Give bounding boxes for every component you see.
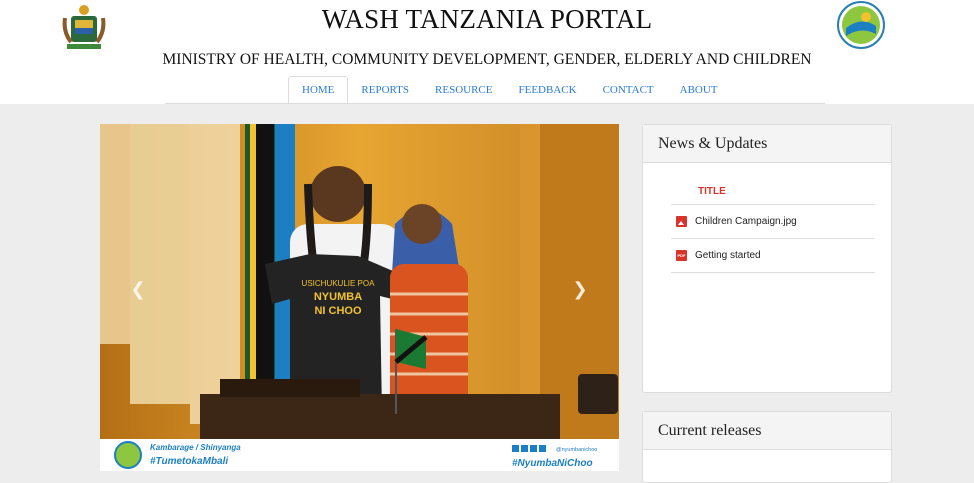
news-updates-panel: News & Updates TITLE Children Campaign.j… — [642, 124, 892, 393]
nav-resource[interactable]: RESOURCE — [422, 76, 505, 104]
nav-about[interactable]: ABOUT — [667, 76, 731, 104]
image-file-icon — [676, 216, 687, 227]
banner-handle: @nyumbanichoo — [556, 447, 597, 453]
main-nav: HOME REPORTS RESOURCE FEEDBACK CONTACT A… — [288, 76, 731, 104]
carousel-slide-image: USICHUKULIE POA NYUMBA NI CHOO Kambarage… — [100, 124, 619, 471]
nav-divider — [165, 103, 825, 104]
news-table: TITLE Children Campaign.jpg PDF Getting … — [671, 180, 875, 273]
shirt-text-line3: NI CHOO — [314, 305, 362, 317]
current-releases-panel: Current releases — [642, 411, 892, 483]
nav-feedback[interactable]: FEEDBACK — [506, 76, 590, 104]
column-title-header: TITLE — [671, 180, 875, 205]
wash-program-logo — [837, 1, 885, 49]
shirt-text-line1: USICHUKULIE POA — [302, 279, 376, 288]
image-carousel[interactable]: USICHUKULIE POA NYUMBA NI CHOO Kambarage… — [100, 124, 619, 471]
table-row[interactable]: Children Campaign.jpg — [671, 205, 875, 239]
nav-contact[interactable]: CONTACT — [590, 76, 667, 104]
nav-home[interactable]: HOME — [288, 76, 349, 104]
page-title: WASH TANZANIA PORTAL — [321, 4, 653, 34]
table-row[interactable]: PDF Getting started — [671, 239, 875, 273]
chevron-left-icon[interactable]: ❮ — [128, 278, 148, 302]
banner-tag-right: #NyumbaNiChoo — [512, 458, 593, 469]
news-item-label[interactable]: Getting started — [695, 250, 761, 261]
banner-location: Kambarage / Shinyanga — [150, 443, 241, 452]
current-releases-heading: Current releases — [643, 412, 891, 450]
pdf-file-icon: PDF — [676, 250, 687, 261]
ministry-subtitle: MINISTRY OF HEALTH, COMMUNITY DEVELOPMEN… — [162, 51, 812, 68]
site-header: WASH TANZANIA PORTAL MINISTRY OF HEALTH,… — [0, 0, 974, 104]
chevron-right-icon[interactable]: ❯ — [570, 278, 590, 302]
banner-tag-left: #TumetokaMbali — [150, 456, 228, 467]
nav-reports[interactable]: REPORTS — [348, 76, 422, 104]
news-item-label[interactable]: Children Campaign.jpg — [695, 216, 797, 227]
shirt-text-line2: NYUMBA — [314, 291, 362, 303]
news-updates-heading: News & Updates — [643, 125, 891, 163]
